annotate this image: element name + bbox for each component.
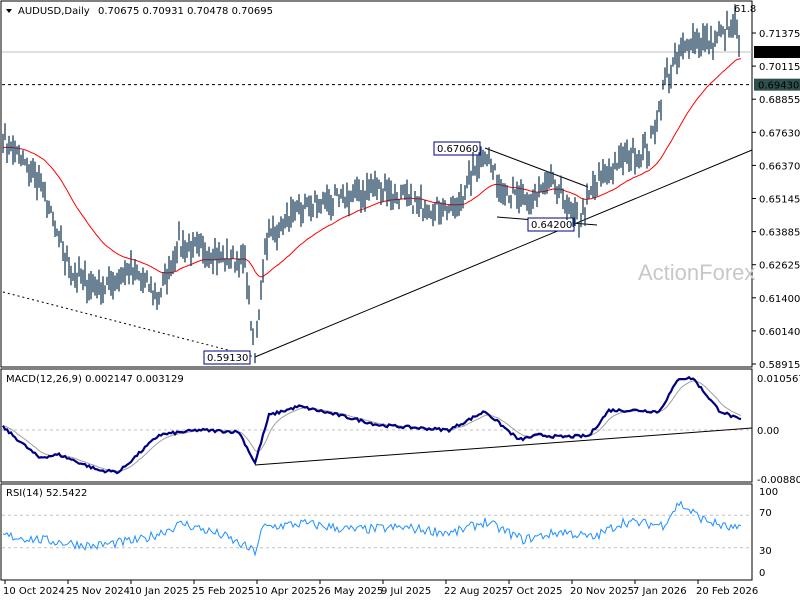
annotation-0-59130: 0.59130 [207,353,248,364]
date-tick-label: 9 Jul 2025 [381,586,431,597]
date-tick-label: 10 Jan 2025 [129,586,189,597]
date-tick-label: 20 Feb 2026 [696,586,758,597]
rsi-tick-label: 70 [759,508,772,519]
ohlc-readout: 0.70675 0.70931 0.70478 0.70695 [98,6,273,17]
macd-tick-label: 0.00 [757,426,779,437]
price-tick-label: 0.62625 [759,261,800,272]
level-price-label: 0.69430 [758,81,799,92]
macd-tick-label: 0.010567 [757,374,800,385]
price-tick-label: 0.65145 [759,195,800,206]
rising-trendline [254,149,753,358]
rsi-tick-label: 30 [759,546,772,557]
price-tick-label: 0.68855 [759,95,800,106]
dashed-trendline [2,291,256,358]
price-bars [2,4,740,364]
price-tick-label: 0.60140 [759,327,800,338]
date-tick-label: 25 Feb 2025 [192,586,254,597]
rsi-tick-label: 0 [759,568,765,579]
date-tick-label: 22 Aug 2025 [444,586,508,597]
fib-level-label: 61.8 [734,4,756,15]
price-tick-label: 0.70115 [759,62,800,73]
rsi-panel-border [0,483,753,581]
collapse-triangle-icon[interactable] [6,9,12,13]
price-tick-label: 0.61400 [759,294,800,305]
date-tick-label: 25 Nov 2024 [66,586,130,597]
annotation-0-64200: 0.64200 [531,220,572,231]
date-tick-label: 10 Apr 2025 [255,586,317,597]
date-tick-label: 20 Nov 2025 [570,586,634,597]
rsi-tick-label: 100 [759,487,778,498]
macd-tick-label: -0.008808 [757,475,800,486]
price-tick-label: 0.71375 [759,29,800,40]
price-tick-label: 0.67630 [759,128,800,139]
date-tick-label: 10 Oct 2024 [3,586,65,597]
rsi-title: RSI(14) 52.5422 [6,488,87,499]
macd-trendline [254,427,753,466]
price-tick-label: 0.66370 [759,161,800,172]
watermark: ActionForex [638,260,755,285]
date-tick-label: 7 Jan 2026 [633,586,687,597]
chart-canvas[interactable]: ActionForex 0.67060 0.64200 0.59130 AUDUSD… [0,0,800,600]
rsi-line [2,500,742,557]
macd-title: MACD(12,26,9) 0.002147 0.003129 [6,374,184,385]
symbol-label: AUDUSD,Daily [18,6,90,17]
moving-average-line [2,58,742,278]
date-tick-label: 26 May 2025 [318,586,383,597]
current-price-label: 0.70695 [758,48,799,59]
price-tick-label: 0.58915 [759,360,800,371]
price-tick-label: 0.63885 [759,228,800,239]
annotation-0-67060: 0.67060 [437,144,478,155]
chart-window: ActionForex 0.67060 0.64200 0.59130 AUDUSD… [0,0,800,600]
macd-line [2,375,742,475]
macd-signal-line [2,380,742,472]
date-tick-label: 7 Oct 2025 [507,586,562,597]
